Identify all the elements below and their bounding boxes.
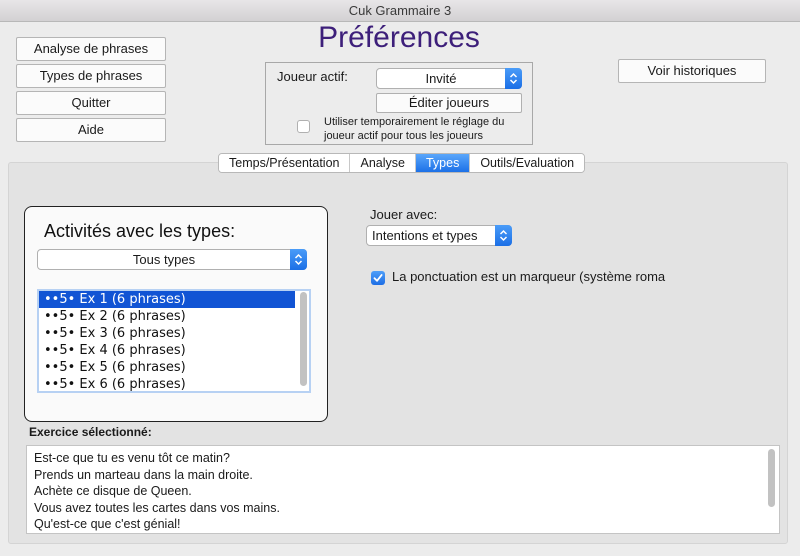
- checkmark-icon: [373, 274, 383, 282]
- active-player-label: Joueur actif:: [277, 69, 348, 84]
- list-item[interactable]: ••5• Ex 5 (6 phrases): [39, 359, 309, 376]
- tab-analyse[interactable]: Analyse: [350, 154, 416, 172]
- tab-temps-presentation[interactable]: Temps/Présentation: [219, 154, 351, 172]
- window-title: Cuk Grammaire 3: [348, 3, 452, 18]
- punctuation-label: La ponctuation est un marqueur (système …: [392, 269, 666, 284]
- temp-setting-label: Utiliser temporairement le réglage du jo…: [324, 116, 505, 142]
- window-titlebar: Cuk Grammaire 3: [0, 0, 800, 22]
- list-item[interactable]: ••5• Ex 2 (6 phrases): [39, 308, 309, 325]
- play-with-value: Intentions et types: [372, 228, 478, 243]
- quit-button[interactable]: Quitter: [16, 91, 166, 115]
- temp-setting-checkbox[interactable]: [297, 120, 310, 133]
- play-with-select[interactable]: Intentions et types: [366, 225, 512, 246]
- preferences-tabs: Temps/Présentation Analyse Types Outils/…: [218, 153, 586, 173]
- play-with-label: Jouer avec:: [370, 207, 438, 222]
- exercise-sentence: Prends un marteau dans la main droite.: [34, 467, 253, 482]
- selected-exercise-text[interactable]: Est-ce que tu es venu tôt ce matin? Pren…: [26, 445, 780, 534]
- view-history-button[interactable]: Voir historiques: [618, 59, 766, 83]
- exercise-text-scrollbar[interactable]: [768, 449, 775, 507]
- activities-title: Activités avec les types:: [44, 221, 236, 241]
- list-item[interactable]: ••5• Ex 4 (6 phrases): [39, 342, 309, 359]
- chevron-updown-icon: [505, 68, 522, 89]
- chevron-updown-icon: [290, 249, 307, 270]
- list-item[interactable]: ••5• Ex 1 (6 phrases): [39, 291, 295, 308]
- exercise-sentence: Qu'est-ce que c'est génial!: [34, 517, 181, 531]
- analyse-phrases-button[interactable]: Analyse de phrases: [16, 37, 166, 61]
- exercise-sentence: Vous avez toutes les cartes dans vos mai…: [34, 500, 280, 515]
- list-item[interactable]: ••5• Ex 6 (6 phrases): [39, 376, 309, 391]
- page-title: Préférences: [318, 21, 480, 54]
- edit-players-button[interactable]: Éditer joueurs: [376, 93, 522, 113]
- chevron-updown-icon: [495, 225, 512, 246]
- exercise-list-scrollbar[interactable]: [300, 292, 307, 386]
- types-phrases-button[interactable]: Types de phrases: [16, 64, 166, 88]
- exercise-sentence: Est-ce que tu es venu tôt ce matin?: [34, 451, 230, 465]
- active-player-select[interactable]: Invité: [376, 68, 522, 89]
- selected-exercise-label: Exercice sélectionné:: [29, 425, 152, 439]
- tab-types[interactable]: Types: [415, 154, 471, 172]
- punctuation-checkbox[interactable]: [371, 271, 385, 285]
- active-player-value: Invité: [425, 71, 457, 86]
- exercise-list[interactable]: ••5• Ex 1 (6 phrases) ••5• Ex 2 (6 phras…: [37, 289, 311, 393]
- player-settings-box: Joueur actif: Invité Éditer joueurs Util…: [265, 62, 533, 145]
- types-filter-value: Tous types: [132, 252, 196, 267]
- activities-box: Activités avec les types: Tous types ••5…: [24, 206, 328, 422]
- tab-outils-evaluation[interactable]: Outils/Evaluation: [470, 154, 585, 172]
- list-item[interactable]: ••5• Ex 3 (6 phrases): [39, 325, 309, 342]
- types-filter-select[interactable]: Tous types: [37, 249, 307, 270]
- exercise-sentence: Achète ce disque de Queen.: [34, 484, 192, 498]
- help-button[interactable]: Aide: [16, 118, 166, 142]
